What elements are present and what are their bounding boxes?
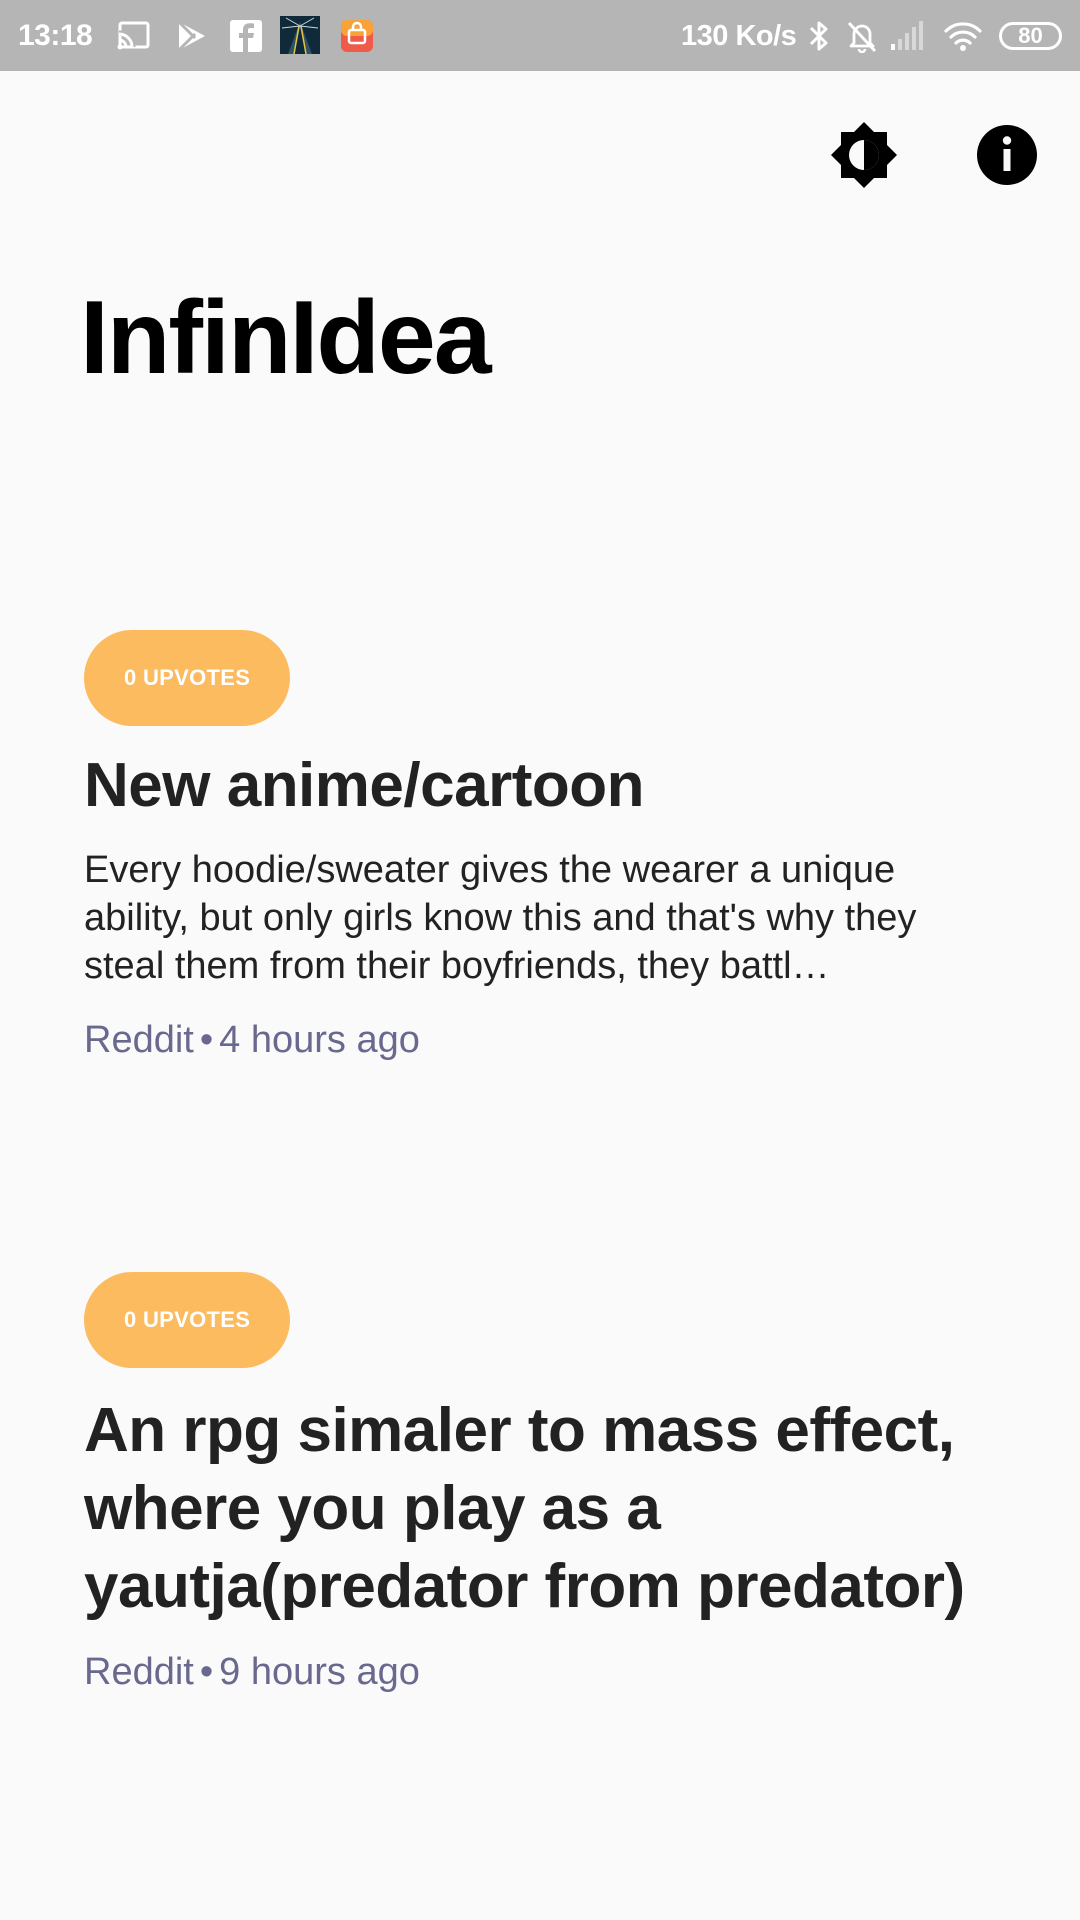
battery-level: 80 (1018, 23, 1043, 48)
wifi-icon (944, 22, 982, 51)
idea-card[interactable]: 0 UPVOTES New anime/cartoon Every hoodie… (84, 630, 1004, 1064)
idea-title: An rpg simaler to mass effect, where you… (84, 1396, 965, 1621)
bell-muted-icon (847, 21, 877, 53)
shop-app-icon (341, 20, 373, 52)
meta-separator: • (199, 1651, 214, 1693)
battery-icon: 80 (999, 22, 1062, 50)
idea-card[interactable]: 0 UPVOTES An rpg simaler to mass effect,… (84, 1272, 1004, 1696)
play-store-icon (177, 20, 205, 52)
info-icon[interactable] (972, 120, 1042, 190)
idea-title: New anime/cartoon (84, 751, 644, 820)
facebook-icon (230, 20, 262, 52)
upvote-badge[interactable]: 0 UPVOTES (84, 630, 291, 726)
idea-description: Every hoodie/sweater gives the wearer a … (84, 849, 917, 987)
status-time: 13:18 (18, 19, 93, 52)
signal-icon (891, 21, 923, 50)
cast-icon (117, 21, 150, 50)
idea-time: 4 hours ago (219, 1019, 420, 1061)
idea-source: Reddit (84, 1019, 194, 1061)
idea-time: 9 hours ago (219, 1651, 420, 1693)
idea-meta: Reddit • 9 hours ago (84, 1648, 1004, 1696)
app-title: InfinIdea (80, 280, 492, 396)
status-bar: 13:18 130 Ko/s 80 (0, 0, 1080, 71)
meta-separator: • (199, 1019, 214, 1061)
idea-meta: Reddit • 4 hours ago (84, 1016, 1004, 1064)
upvote-badge[interactable]: 0 UPVOTES (84, 1272, 291, 1368)
bluetooth-icon (809, 21, 828, 51)
wallpaper-thumbnail-icon (280, 16, 320, 54)
theme-toggle-icon[interactable] (829, 120, 899, 190)
idea-source: Reddit (84, 1651, 194, 1693)
network-speed: 130 Ko/s (681, 20, 797, 52)
